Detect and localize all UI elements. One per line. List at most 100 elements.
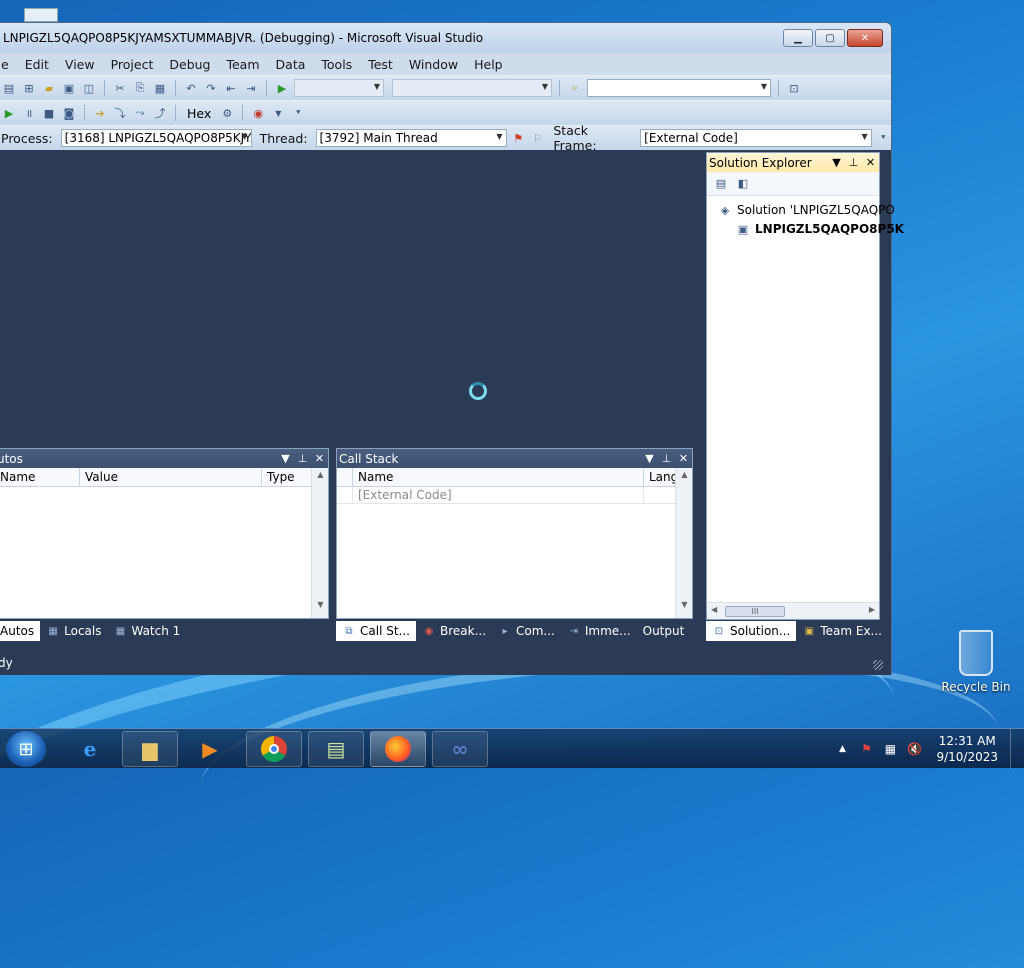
- tab-command[interactable]: ▸ Com...: [492, 621, 561, 641]
- project-node[interactable]: ▣ LNPIGZL5QAQPO8P5K: [735, 221, 904, 237]
- add-item-icon[interactable]: ⊞: [21, 80, 37, 96]
- toolbar-options-icon[interactable]: ⯆: [290, 105, 306, 121]
- tab-call-stack[interactable]: ⧉ Call St...: [336, 621, 416, 641]
- scroll-right-icon[interactable]: ▶: [869, 605, 875, 614]
- tab-autos[interactable]: Autos: [0, 621, 41, 641]
- step-out-icon[interactable]: ⤴: [152, 105, 168, 121]
- menu-file[interactable]: e: [1, 57, 18, 72]
- vs-icon[interactable]: ∞: [432, 731, 488, 767]
- vertical-scrollbar[interactable]: ▲ ▼: [675, 468, 692, 618]
- clock[interactable]: 12:31 AM 9/10/2023: [936, 733, 998, 765]
- close-icon[interactable]: ✕: [862, 156, 879, 169]
- process-combo[interactable]: [3168] LNPIGZL5QAQPO8P5KJYAM ▼: [60, 129, 252, 147]
- undo-icon[interactable]: ↶: [183, 80, 199, 96]
- scroll-thumb[interactable]: III: [725, 606, 785, 617]
- tab-output[interactable]: Output: [637, 621, 691, 641]
- start-debug-icon[interactable]: ▶: [274, 80, 290, 96]
- show-desktop-button[interactable]: [1010, 729, 1024, 769]
- vertical-scrollbar[interactable]: ▲ ▼: [311, 468, 328, 618]
- step-over-icon[interactable]: ⤳: [132, 105, 148, 121]
- network-icon[interactable]: ▦: [881, 742, 899, 756]
- media-player-icon[interactable]: ▶: [182, 731, 238, 767]
- copy-icon[interactable]: ⎘: [132, 80, 148, 96]
- column-value[interactable]: Value: [80, 468, 262, 486]
- maximize-button[interactable]: ▢: [815, 29, 845, 47]
- toolbar-options-icon[interactable]: ⯆: [876, 130, 891, 146]
- start-button[interactable]: ⊞: [6, 731, 46, 767]
- stop-debugging-icon[interactable]: ■: [41, 105, 57, 121]
- restart-icon[interactable]: ◙: [61, 105, 77, 121]
- explorer-icon[interactable]: ▆: [122, 731, 178, 767]
- pin-icon[interactable]: ⊥: [845, 156, 862, 169]
- solution-explorer-header[interactable]: Solution Explorer ▼ ⊥ ✕: [707, 153, 879, 172]
- pin-icon[interactable]: ⊥: [658, 452, 675, 465]
- close-button[interactable]: ✕: [847, 29, 883, 47]
- recycle-bin[interactable]: Recycle Bin: [940, 630, 1012, 694]
- menu-team[interactable]: Team: [219, 57, 268, 72]
- desktop-icon-partial[interactable]: [24, 8, 58, 22]
- table-row[interactable]: [External Code]: [337, 487, 692, 504]
- menu-window[interactable]: Window: [402, 57, 467, 72]
- show-next-statement-icon[interactable]: ➔: [92, 105, 108, 121]
- column-name[interactable]: Name: [0, 468, 80, 486]
- menu-tools[interactable]: Tools: [314, 57, 361, 72]
- break-all-icon[interactable]: ॥: [21, 105, 37, 121]
- show-hidden-icons-icon[interactable]: ▲: [833, 744, 851, 754]
- stack-frame-combo[interactable]: [External Code] ▼: [640, 129, 872, 147]
- column-type[interactable]: Type: [262, 468, 312, 486]
- open-folder-icon[interactable]: ▰: [41, 80, 57, 96]
- show-all-files-icon[interactable]: ◧: [735, 176, 751, 192]
- thread-combo[interactable]: [3792] Main Thread ▼: [315, 129, 507, 147]
- notepad-icon[interactable]: ▤: [308, 731, 364, 767]
- tab-watch-1[interactable]: ▦ Watch 1: [107, 621, 186, 641]
- autos-header[interactable]: utos ▼ ⊥ ✕: [0, 449, 328, 468]
- flag-threads-icon[interactable]: ⚐: [530, 130, 545, 146]
- solution-explorer-toolbar-icon[interactable]: ⊡: [786, 80, 802, 96]
- navigate-back-icon[interactable]: ⇤: [223, 80, 239, 96]
- close-icon[interactable]: ✕: [675, 452, 692, 465]
- scroll-down-icon[interactable]: ▼: [676, 600, 693, 616]
- properties-icon[interactable]: ▤: [713, 176, 729, 192]
- tab-breakpoints[interactable]: ◉ Break...: [416, 621, 492, 641]
- firefox-icon[interactable]: [370, 731, 426, 767]
- resize-grip-icon[interactable]: [873, 660, 883, 670]
- tab-solution-explorer[interactable]: ⊡ Solution...: [706, 621, 797, 641]
- column-name[interactable]: Name: [353, 468, 644, 486]
- breakpoint-window-icon[interactable]: ◉: [250, 105, 266, 121]
- find-combo[interactable]: ▼: [587, 79, 771, 97]
- menu-test[interactable]: Test: [361, 57, 402, 72]
- threads-icon[interactable]: ⚙: [219, 105, 235, 121]
- menu-edit[interactable]: Edit: [18, 57, 58, 72]
- menu-debug[interactable]: Debug: [162, 57, 219, 72]
- dropdown-arrow-icon[interactable]: ▼: [641, 452, 658, 465]
- scroll-up-icon[interactable]: ▲: [676, 470, 693, 486]
- step-into-icon[interactable]: ⤵: [112, 105, 128, 121]
- cut-icon[interactable]: ✂: [112, 80, 128, 96]
- new-project-icon[interactable]: ▤: [1, 80, 17, 96]
- close-icon[interactable]: ✕: [311, 452, 328, 465]
- navigate-forward-icon[interactable]: ⇥: [243, 80, 259, 96]
- call-stack-header[interactable]: Call Stack ▼ ⊥ ✕: [337, 449, 692, 468]
- action-center-icon[interactable]: ⚑: [857, 742, 875, 756]
- scroll-left-icon[interactable]: ◀: [711, 605, 717, 614]
- continue-icon[interactable]: ▶: [1, 105, 17, 121]
- dropdown-arrow-icon[interactable]: ▼: [828, 156, 845, 169]
- solution-node[interactable]: ◈ Solution 'LNPIGZL5QAQPO: [717, 202, 895, 218]
- menu-view[interactable]: View: [58, 57, 104, 72]
- minimize-button[interactable]: ▁: [783, 29, 813, 47]
- find-in-files-icon[interactable]: ⌕: [567, 80, 583, 96]
- dropdown-arrow-icon[interactable]: ▼: [277, 452, 294, 465]
- chrome-icon[interactable]: [246, 731, 302, 767]
- hex-button[interactable]: Hex: [183, 106, 215, 121]
- tab-locals[interactable]: ▦ Locals: [40, 621, 107, 641]
- paste-icon[interactable]: ▦: [152, 80, 168, 96]
- tab-immediate[interactable]: ⇥ Imme...: [561, 621, 637, 641]
- solution-config-combo[interactable]: ▼: [294, 79, 384, 97]
- solution-platform-combo[interactable]: ▼: [392, 79, 552, 97]
- scroll-up-icon[interactable]: ▲: [312, 470, 329, 486]
- horizontal-scrollbar[interactable]: ◀ III ▶: [707, 602, 879, 619]
- tab-team-explorer[interactable]: ▣ Team Ex...: [796, 621, 888, 641]
- ie-icon[interactable]: e: [62, 731, 118, 767]
- save-all-icon[interactable]: ◫: [81, 80, 97, 96]
- column-lang[interactable]: Lang: [644, 468, 676, 486]
